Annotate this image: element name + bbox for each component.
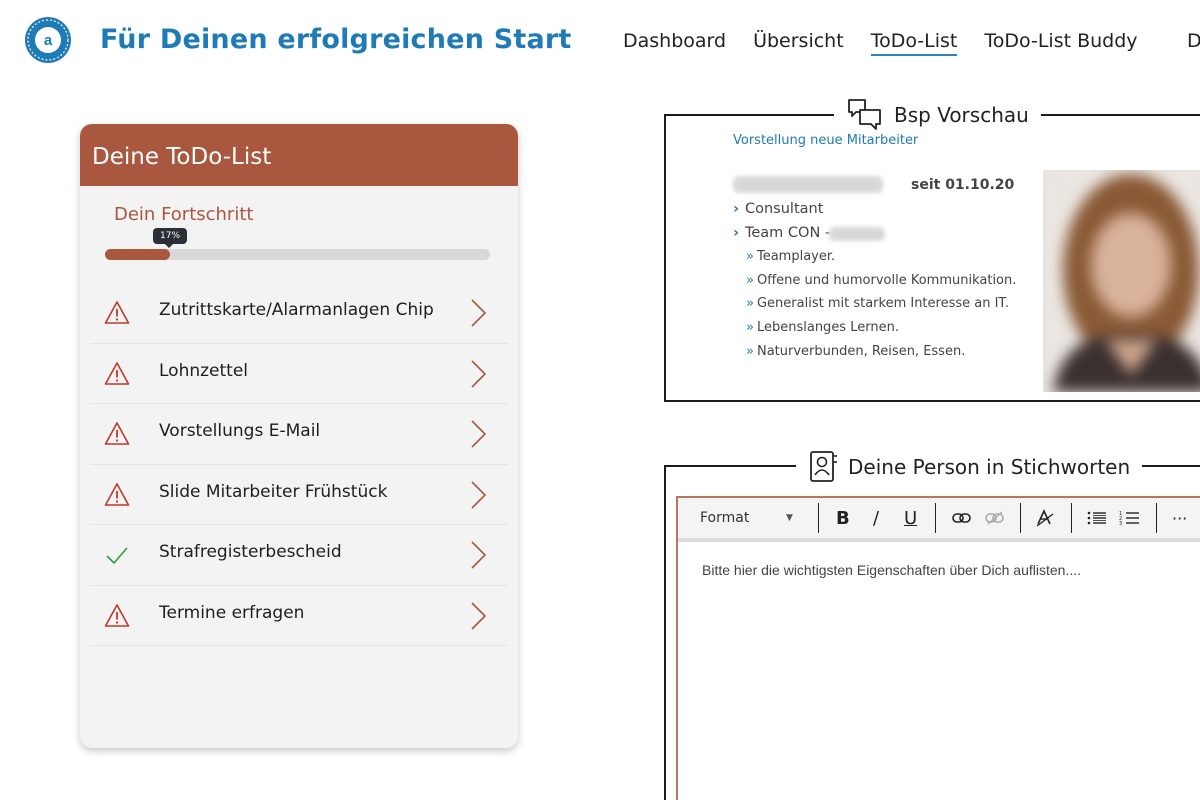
app-title: Für Deinen erfolgreichen Start [100, 24, 572, 55]
todo-item[interactable]: Slide Mitarbeiter Frühstück [90, 465, 508, 525]
todo-item[interactable]: Zutrittskarte/Alarmanlagen Chip [90, 283, 508, 344]
preview-title: Bsp Vorschau [894, 103, 1029, 127]
svg-text:3: 3 [1119, 521, 1122, 526]
checkmark-icon [106, 547, 128, 565]
person-title: Deine Person in Stichworten [848, 455, 1131, 479]
nav-item-clipped[interactable]: D [1187, 30, 1200, 52]
caret-down-icon[interactable]: ▼ [786, 506, 793, 530]
bold-button[interactable]: B [836, 506, 850, 530]
todo-item[interactable]: Vorstellungs E-Mail [90, 404, 508, 465]
warning-icon [104, 361, 130, 385]
nav-dashboard[interactable]: Dashboard [623, 30, 726, 56]
warning-icon [104, 482, 130, 506]
progress-bar-fill [105, 249, 171, 260]
trait-item: » Lebenslanges Lernen. [746, 320, 899, 335]
todo-item-label: Slide Mitarbeiter Frühstück [159, 481, 388, 502]
trait-item: » Offene und humorvolle Kommunikation. [746, 273, 1017, 288]
editor-placeholder: Bitte hier die wichtigsten Eigenschaften… [702, 562, 1081, 578]
editor-toolbar: Format ▼ B / U 123 ··· [678, 498, 1200, 542]
person-section-header: Deine Person in Stichworten [796, 450, 1143, 484]
todo-item-label: Vorstellungs E-Mail [159, 421, 321, 441]
role-line: › Consultant [733, 201, 824, 217]
link-icon[interactable] [951, 506, 973, 530]
todo-item-label: Zutrittskarte/Alarmanlagen Chip [159, 300, 434, 320]
toolbar-separator [818, 503, 819, 533]
employee-since: seit 01.10.20 [911, 177, 1015, 193]
todo-item-label: Strafregisterbescheid [159, 542, 342, 562]
chat-bubbles-icon [848, 99, 881, 130]
chevron-right-icon[interactable] [468, 480, 488, 510]
trait-item: » Teamplayer. [746, 249, 836, 264]
todo-card-title: Deine ToDo-List [80, 124, 518, 186]
todo-card: Deine ToDo-List Dein Fortschritt 17% Zut… [80, 124, 518, 748]
underline-button[interactable]: U [904, 506, 917, 530]
todo-item[interactable]: Strafregisterbescheid [90, 525, 508, 586]
more-options-button[interactable]: ··· [1172, 506, 1187, 530]
progress-percent-badge: 17% [153, 228, 188, 248]
employee-photo [1043, 170, 1200, 392]
progress-label: Dein Fortschritt [114, 204, 254, 225]
chevron-right-icon[interactable] [468, 601, 488, 631]
italic-button[interactable]: / [873, 506, 879, 530]
warning-icon [104, 603, 130, 627]
warning-icon [104, 422, 130, 445]
toolbar-separator [1156, 503, 1157, 533]
rich-text-editor[interactable]: Format ▼ B / U 123 ··· Bitte hier die wi… [676, 496, 1200, 800]
toolbar-separator [1071, 503, 1072, 533]
progress-bar [105, 249, 490, 260]
format-dropdown[interactable]: Format [700, 506, 749, 530]
bullet-list-icon[interactable] [1086, 506, 1108, 530]
todo-list: Zutrittskarte/Alarmanlagen Chip Lohnzett… [90, 283, 508, 646]
nav-uebersicht[interactable]: Übersicht [753, 30, 844, 56]
redacted-team [829, 227, 885, 241]
warning-icon [104, 301, 130, 324]
todo-item-label: Termine erfragen [159, 602, 305, 623]
todo-item-label: Lohnzettel [159, 360, 249, 381]
todo-item[interactable]: Lohnzettel [90, 344, 508, 404]
preview-subtitle: Vorstellung neue Mitarbeiter [733, 133, 919, 148]
role-line: › Team CON - [733, 225, 831, 241]
app-logo[interactable]: a [24, 16, 72, 64]
unlink-icon[interactable] [984, 506, 1006, 530]
trait-item: » Generalist mit starkem Interesse an IT. [746, 296, 1009, 311]
contact-book-icon [810, 451, 837, 482]
todo-item[interactable]: Termine erfragen [90, 586, 508, 646]
preview-section-header: Bsp Vorschau [834, 97, 1041, 133]
chevron-right-icon[interactable] [468, 540, 488, 570]
chevron-right-icon[interactable] [468, 419, 488, 449]
trait-item: » Naturverbunden, Reisen, Essen. [746, 344, 966, 359]
nav-todo-list[interactable]: ToDo-List [870, 30, 958, 56]
chevron-right-icon[interactable] [468, 298, 488, 328]
redacted-name [733, 176, 883, 193]
nav-todo-list-buddy[interactable]: ToDo-List Buddy [984, 30, 1137, 56]
svg-text:a: a [44, 32, 53, 49]
toolbar-separator [935, 503, 936, 533]
clear-format-icon[interactable] [1034, 506, 1056, 530]
numbered-list-icon[interactable]: 123 [1119, 506, 1141, 530]
top-nav: Dashboard Übersicht ToDo-List ToDo-List … [623, 30, 1138, 56]
toolbar-separator [1020, 503, 1021, 533]
chevron-right-icon[interactable] [468, 359, 488, 389]
